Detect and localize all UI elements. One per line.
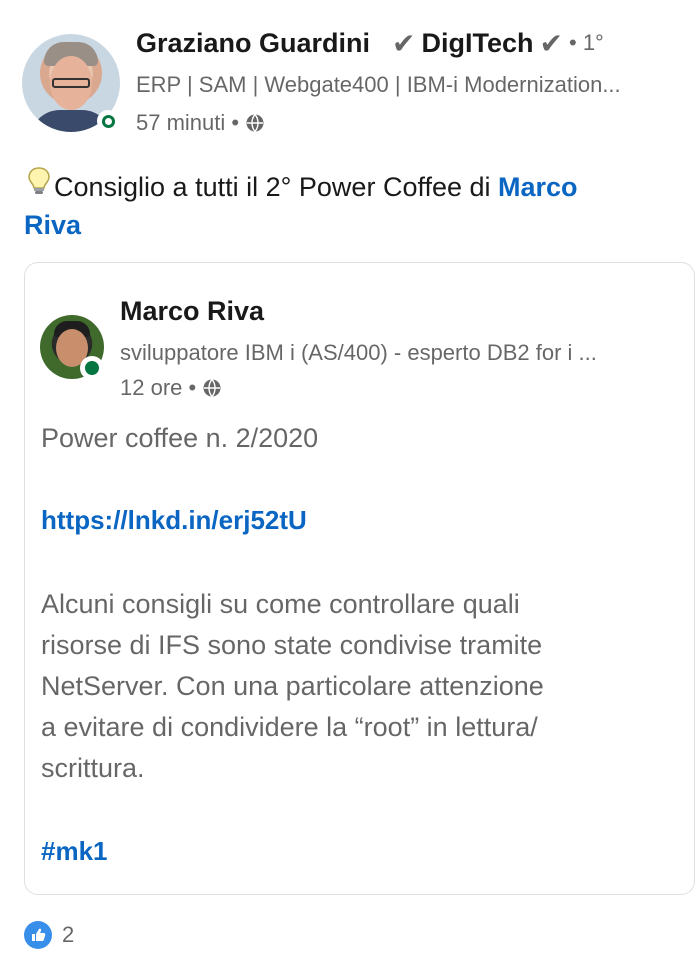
shared-post-time: 12 ore • xyxy=(120,375,197,400)
post-text: Consiglio a tutti il 2° Power Coffee di … xyxy=(24,166,684,244)
post-text-body: Consiglio a tutti il 2° Power Coffee di xyxy=(54,172,499,202)
hashtag-link[interactable]: #mk1 xyxy=(41,836,108,867)
author-headline: ERP | SAM | Webgate400 | IBM-i Moderniza… xyxy=(136,72,621,97)
shared-post-link[interactable]: https://lnkd.in/erj52tU xyxy=(41,505,307,536)
body-line: Alcuni consigli su come controllare qual… xyxy=(41,589,520,619)
body-line: a evitare di condividere la “root” in le… xyxy=(41,712,538,742)
shared-post-title: Power coffee n. 2/2020 xyxy=(41,423,319,453)
mention-link[interactable]: Marco xyxy=(498,172,578,202)
check-icon: ✔ xyxy=(392,27,416,59)
body-line: scrittura. xyxy=(41,753,145,783)
presence-icon xyxy=(97,110,119,132)
connection-degree: • 1° xyxy=(569,30,604,55)
body-line: risorse di IFS sono state condivise tram… xyxy=(41,630,543,660)
author-name[interactable]: Graziano Guardini xyxy=(136,28,370,59)
body-line: NetServer. Con una particolare attenzion… xyxy=(41,671,544,701)
shared-author-name[interactable]: Marco Riva xyxy=(120,296,264,327)
check-icon: ✔ xyxy=(539,27,563,59)
shared-post-meta: 12 ore • xyxy=(120,375,222,401)
post-meta: 57 minuti • xyxy=(136,110,265,136)
lightbulb-icon xyxy=(24,166,54,206)
presence-icon xyxy=(80,356,104,380)
shared-author-headline: sviluppatore IBM i (AS/400) - esperto DB… xyxy=(120,340,597,365)
like-icon[interactable] xyxy=(24,921,52,949)
post-time: 57 minuti • xyxy=(136,110,240,135)
globe-icon xyxy=(203,379,221,397)
globe-icon xyxy=(246,114,264,132)
reaction-count[interactable]: 2 xyxy=(62,922,74,948)
author-badge-text: DigITech xyxy=(421,27,534,58)
mention-link-continued[interactable]: Riva xyxy=(24,210,81,240)
shared-post-body: Alcuni consigli su come controllare qual… xyxy=(41,584,681,789)
author-header: Graziano Guardini ✔ DigITech ✔ • 1° xyxy=(136,26,604,60)
